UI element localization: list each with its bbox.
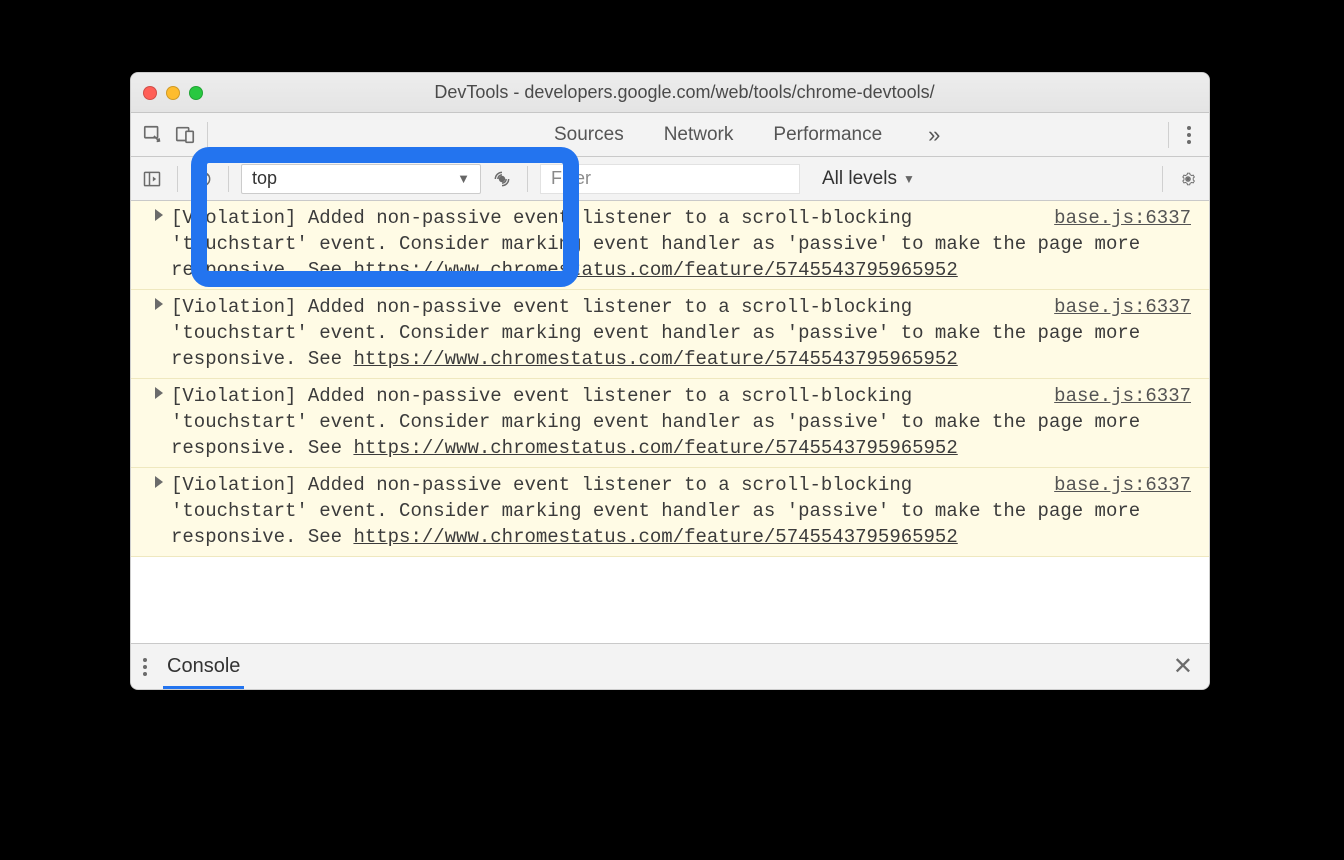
separator	[1162, 166, 1163, 192]
minimize-window-button[interactable]	[166, 86, 180, 100]
separator	[228, 166, 229, 192]
devtools-window: DevTools - developers.google.com/web/too…	[130, 72, 1210, 690]
drawer: Console ✕	[131, 643, 1209, 689]
main-menu-icon[interactable]	[1177, 126, 1201, 144]
execution-context-selector[interactable]: top ▼	[241, 164, 481, 194]
chevron-down-icon: ▼	[457, 171, 470, 186]
close-drawer-icon[interactable]: ✕	[1167, 652, 1199, 681]
tab-performance[interactable]: Performance	[771, 114, 884, 156]
console-toolbar: top ▼ Filter All levels ▼	[131, 157, 1209, 201]
separator	[527, 166, 528, 192]
drawer-tab-console[interactable]: Console	[163, 645, 244, 689]
more-tabs-icon[interactable]: »	[920, 122, 948, 148]
expand-triangle-icon[interactable]	[155, 209, 163, 221]
console-message[interactable]: base.js:6337 [Violation] Added non-passi…	[131, 468, 1209, 557]
tab-network[interactable]: Network	[662, 114, 736, 156]
console-settings-icon[interactable]	[1175, 166, 1201, 192]
zoom-window-button[interactable]	[189, 86, 203, 100]
window-title: DevTools - developers.google.com/web/too…	[212, 82, 1197, 103]
log-levels-selector[interactable]: All levels ▼	[822, 168, 915, 190]
chevron-down-icon: ▼	[903, 172, 915, 186]
filter-placeholder: Filter	[551, 168, 591, 189]
console-messages: base.js:6337 [Violation] Added non-passi…	[131, 201, 1209, 643]
traffic-lights	[143, 86, 203, 100]
message-link[interactable]: https://www.chromestatus.com/feature/574…	[353, 348, 957, 370]
device-toggle-icon[interactable]	[171, 121, 199, 149]
toggle-console-sidebar-icon[interactable]	[139, 166, 165, 192]
drawer-menu-icon[interactable]	[141, 658, 157, 676]
main-tab-bar: Sources Network Performance »	[131, 113, 1209, 157]
tab-sources[interactable]: Sources	[552, 114, 626, 156]
separator	[177, 166, 178, 192]
window-titlebar: DevTools - developers.google.com/web/too…	[131, 73, 1209, 113]
expand-triangle-icon[interactable]	[155, 387, 163, 399]
expand-triangle-icon[interactable]	[155, 476, 163, 488]
message-link[interactable]: https://www.chromestatus.com/feature/574…	[353, 526, 957, 548]
inspect-element-icon[interactable]	[139, 121, 167, 149]
console-message[interactable]: base.js:6337 [Violation] Added non-passi…	[131, 379, 1209, 468]
separator	[1168, 122, 1169, 148]
close-window-button[interactable]	[143, 86, 157, 100]
source-link[interactable]: base.js:6337	[1054, 294, 1191, 320]
console-message[interactable]: base.js:6337 [Violation] Added non-passi…	[131, 290, 1209, 379]
expand-triangle-icon[interactable]	[155, 298, 163, 310]
message-link[interactable]: https://www.chromestatus.com/feature/574…	[353, 259, 957, 281]
message-link[interactable]: https://www.chromestatus.com/feature/574…	[353, 437, 957, 459]
execution-context-label: top	[252, 168, 277, 189]
source-link[interactable]: base.js:6337	[1054, 205, 1191, 231]
separator	[207, 122, 208, 148]
source-link[interactable]: base.js:6337	[1054, 472, 1191, 498]
log-levels-label: All levels	[822, 168, 897, 190]
source-link[interactable]: base.js:6337	[1054, 383, 1191, 409]
live-expression-icon[interactable]	[489, 166, 515, 192]
filter-input[interactable]: Filter	[540, 164, 800, 194]
clear-console-icon[interactable]	[190, 166, 216, 192]
console-message[interactable]: base.js:6337 [Violation] Added non-passi…	[131, 201, 1209, 290]
panel-tabs: Sources Network Performance »	[536, 114, 948, 156]
